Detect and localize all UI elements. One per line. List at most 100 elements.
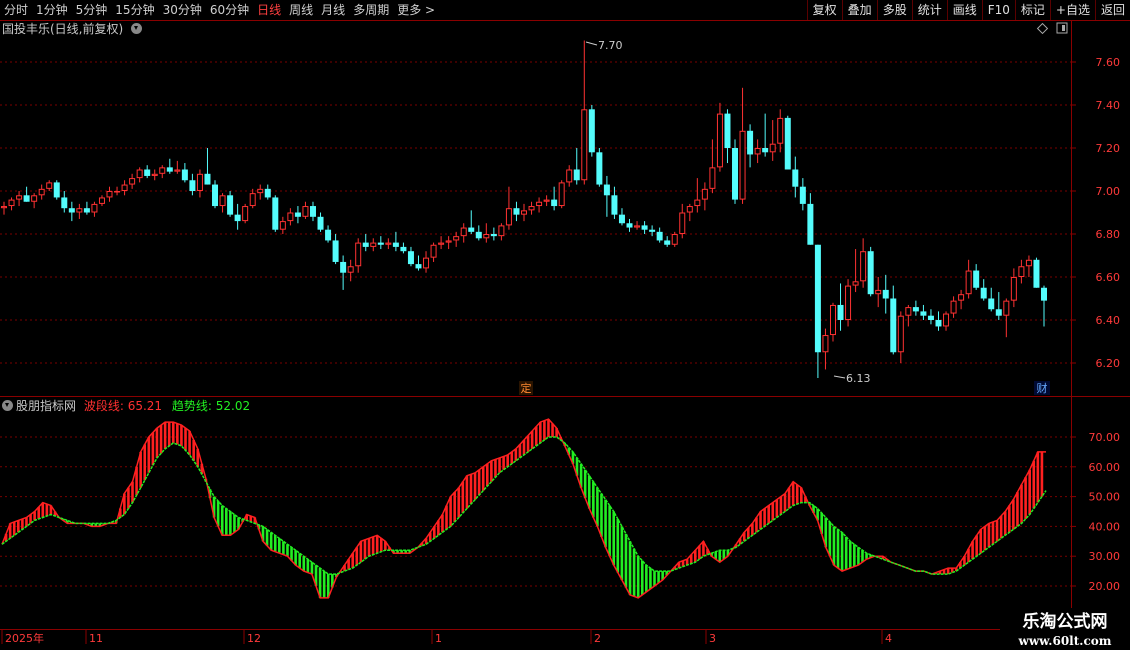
high-price-label: 7.70 <box>598 39 623 52</box>
high-annotation: 7.70 <box>585 39 623 52</box>
candle <box>76 203 83 219</box>
candle-body <box>31 195 38 202</box>
candle-body <box>536 201 543 207</box>
candle <box>634 221 641 230</box>
candle-body <box>927 315 934 320</box>
candle <box>920 304 927 320</box>
candle <box>430 242 437 262</box>
candle-body <box>558 182 565 207</box>
candle-body <box>852 281 859 286</box>
candle <box>754 139 761 164</box>
candle <box>950 296 957 318</box>
candle-body <box>68 208 75 213</box>
candle <box>445 236 452 250</box>
candle <box>943 311 950 331</box>
candle-body <box>566 169 573 183</box>
candle <box>656 227 663 243</box>
candle-body <box>242 206 249 222</box>
candle <box>799 178 806 211</box>
candle-body <box>76 208 83 213</box>
candle-body <box>686 206 693 213</box>
candle <box>264 184 271 200</box>
watermark-url: www.60lt.com <box>1018 634 1112 648</box>
price-tick-label: 6.20 <box>1096 357 1121 370</box>
candle <box>762 113 769 157</box>
date-label: 12 <box>247 632 261 645</box>
candle-body <box>106 191 113 198</box>
candle <box>61 191 68 213</box>
candle-body <box>355 242 362 267</box>
price-axis: 7.60 7.40 7.20 7.00 6.80 6.60 6.40 6.20 <box>1071 56 1120 370</box>
candle-body <box>332 240 339 262</box>
candle <box>747 124 754 168</box>
diamond-icon[interactable] <box>1036 22 1049 35</box>
candle <box>249 188 256 209</box>
candle-body <box>234 214 241 222</box>
candle <box>392 231 399 252</box>
candle <box>912 300 919 316</box>
candle <box>927 309 934 325</box>
candle-body <box>799 186 806 204</box>
candle-body <box>965 270 972 295</box>
candle <box>822 328 829 370</box>
candle <box>144 165 151 179</box>
candle <box>279 216 286 234</box>
candle <box>777 109 784 153</box>
candle <box>807 193 814 245</box>
candle <box>16 191 23 207</box>
candle-body <box>716 113 723 168</box>
candle <box>23 186 30 202</box>
candle-body <box>438 242 445 245</box>
candle-body <box>920 311 927 316</box>
candle <box>362 234 369 252</box>
candle <box>204 148 211 185</box>
candle <box>588 105 595 157</box>
candle-body <box>91 203 98 213</box>
candle <box>837 283 844 331</box>
candle <box>649 225 656 237</box>
candle-body <box>641 225 648 230</box>
watermark-title: 乐淘公式网 <box>1022 612 1108 632</box>
candle <box>475 225 482 241</box>
candle <box>641 221 648 234</box>
candle <box>852 249 859 293</box>
candle <box>890 285 897 355</box>
candle-body <box>581 109 588 181</box>
panel-toggle-icon[interactable] <box>1056 22 1068 34</box>
candle-body <box>249 193 256 207</box>
candle <box>31 193 38 209</box>
candle-body <box>302 206 309 217</box>
candle <box>860 238 867 288</box>
candle <box>91 201 98 217</box>
candle <box>415 255 422 271</box>
candle <box>867 246 874 297</box>
candle-body <box>498 225 505 237</box>
candle <box>121 180 128 196</box>
indicator-axis: 70.00 60.00 50.00 40.00 30.00 20.00 <box>1071 431 1120 593</box>
candle-body <box>189 180 196 191</box>
candle <box>1010 268 1017 308</box>
candle <box>965 259 972 299</box>
candle <box>159 165 166 179</box>
candle <box>174 160 181 174</box>
candle-body <box>973 270 980 288</box>
candle <box>136 167 143 183</box>
price-tick-label: 6.40 <box>1096 314 1121 327</box>
ding-marker[interactable]: 定 <box>519 381 533 395</box>
stock-chart[interactable]: 7.60 7.40 7.20 7.00 6.80 6.60 6.40 6.20 70.00 60… <box>0 0 1130 650</box>
candle-body <box>724 113 731 148</box>
candle <box>490 227 497 241</box>
candle-body <box>988 298 995 310</box>
candle <box>769 120 776 161</box>
candle <box>829 302 836 342</box>
candle-body <box>603 184 610 196</box>
indicator-tick-label: 70.00 <box>1089 431 1121 444</box>
trend-line <box>1 436 1047 575</box>
candle-body <box>1003 300 1010 316</box>
candle-body <box>475 231 482 239</box>
candle-body <box>754 148 761 155</box>
candle <box>1018 259 1025 284</box>
indicator-bars <box>4 419 1044 598</box>
candle <box>377 236 384 250</box>
cai-marker[interactable]: 财 <box>1034 381 1050 395</box>
